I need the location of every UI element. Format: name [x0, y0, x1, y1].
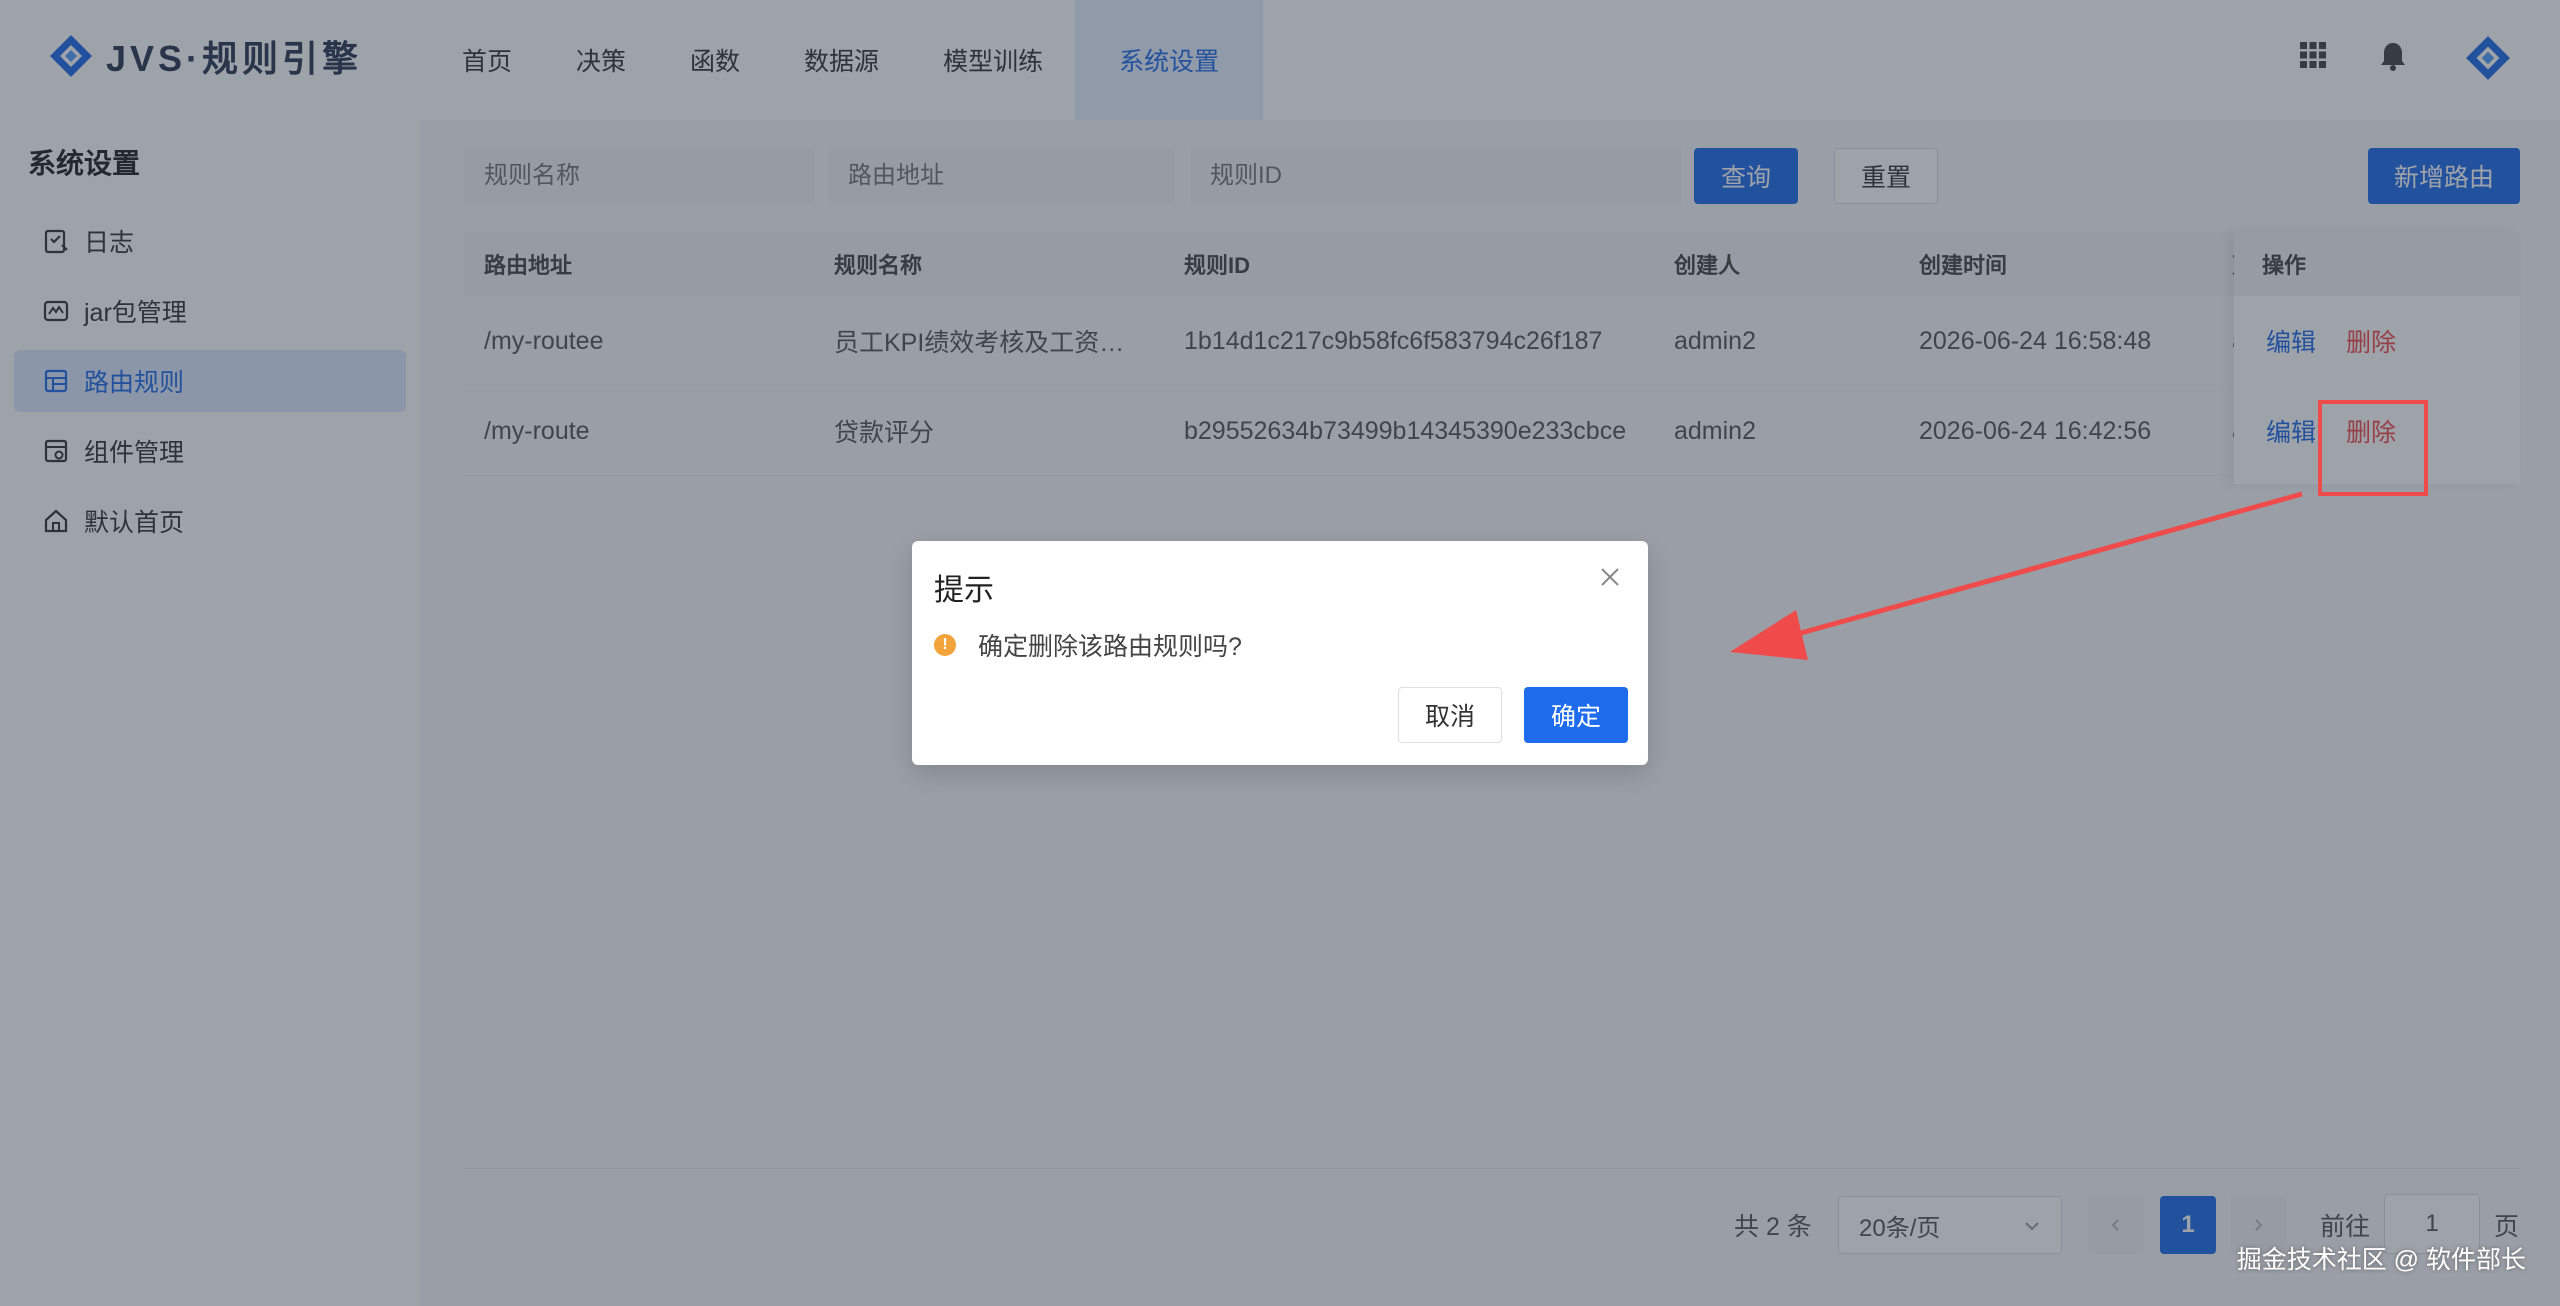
- close-icon[interactable]: [1596, 563, 1624, 591]
- dialog-message: 确定删除该路由规则吗?: [978, 633, 1242, 661]
- dialog-title: 提示: [934, 574, 994, 607]
- confirm-dialog: 提示 ! 确定删除该路由规则吗? 取消 确定: [912, 541, 1648, 765]
- highlight-box: [2318, 400, 2428, 496]
- warning-icon: !: [934, 634, 956, 656]
- cancel-button[interactable]: 取消: [1398, 687, 1502, 743]
- confirm-button[interactable]: 确定: [1524, 687, 1628, 743]
- dialog-message-row: ! 确定删除该路由规则吗?: [934, 627, 1242, 663]
- watermark: 掘金技术社区 @ 软件部长: [2236, 1246, 2526, 1274]
